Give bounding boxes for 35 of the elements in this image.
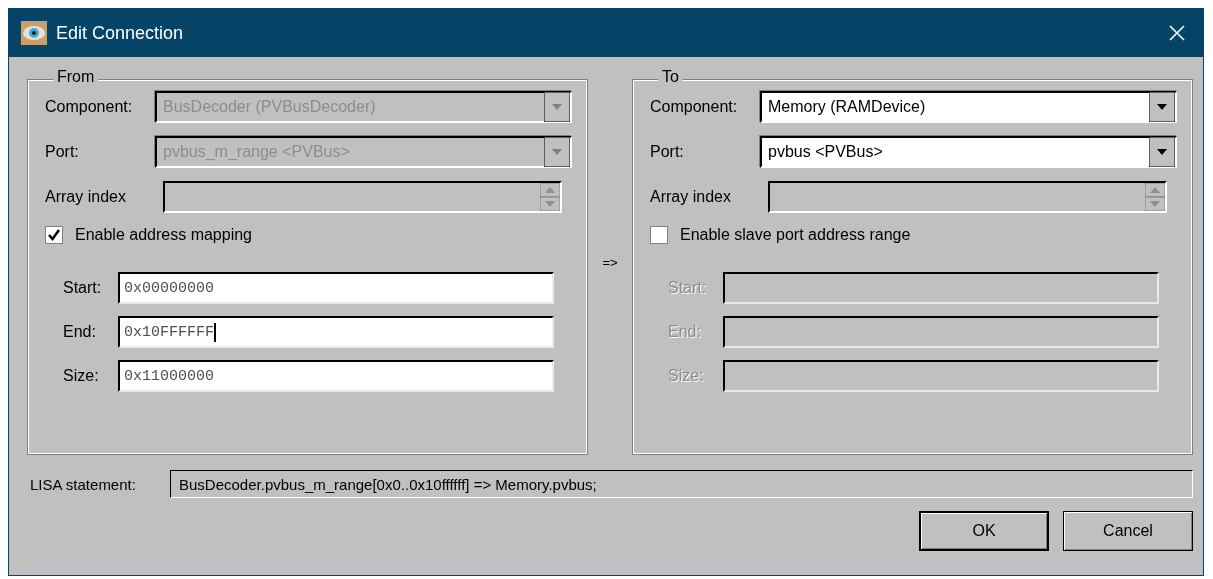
text-field[interactable]: 0x10FFFFFF [118,316,554,348]
window-title: Edit Connection [56,22,184,44]
statement-field: BusDecoder.pvbus_m_range[0x0..0x10ffffff] => Memory.pvbus; [170,470,1193,498]
text-field[interactable]: 0x00000000 [118,272,554,304]
field-label: End: [63,323,97,341]
field-label: Component: [45,98,134,116]
spin-arrows-icon [540,183,560,211]
dialog-button[interactable]: OK [919,511,1049,551]
close-icon[interactable] [1169,25,1185,41]
checkbox[interactable] [45,226,63,244]
field-label: Array index [650,188,732,206]
text-field[interactable]: 0x11000000 [118,360,554,392]
field-label: Start: [63,279,103,297]
eye-icon [21,21,47,45]
dialog-button[interactable]: Cancel [1063,511,1193,551]
checkbox-label: Enable address mapping [75,226,252,244]
statement-label: LISA statement: [29,475,137,493]
dropdown[interactable]: Memory (RAMDevice) [760,91,1177,123]
field-label: Array index [45,188,127,206]
field-label: Size: [63,367,100,385]
field-label: End: [668,323,702,341]
caret-icon [544,137,570,167]
arrow-text: => [601,255,619,270]
dropdown[interactable]: pvbus <PVBus> [760,136,1177,168]
caret-icon [544,92,570,122]
caret-icon [1149,137,1175,167]
checkbox[interactable] [650,226,668,244]
checkbox-label: Enable slave port address range [680,226,911,244]
field-label: Start: [668,279,708,297]
spin-arrows-icon [1145,183,1165,211]
field-label: Port: [650,143,685,161]
caret-icon [1149,92,1175,122]
field-label: Size: [668,367,705,385]
field-label: Component: [650,98,739,116]
field-label: Port: [45,143,80,161]
